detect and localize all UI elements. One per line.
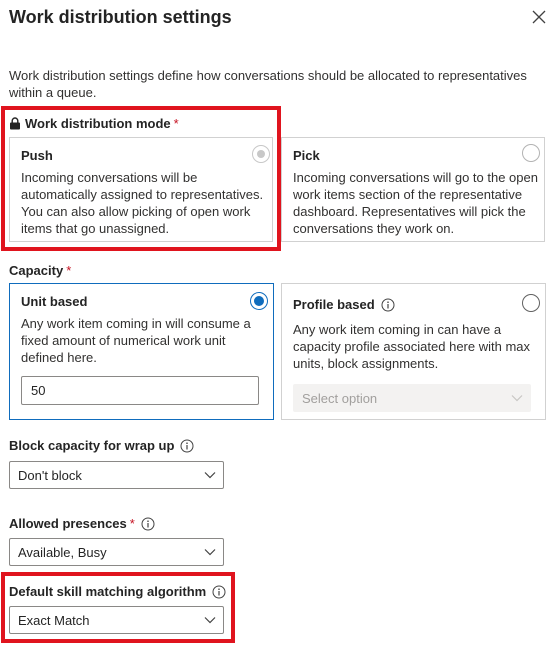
allowed-presences-dropdown[interactable]: Available, Busy bbox=[9, 538, 224, 566]
info-icon[interactable] bbox=[212, 585, 226, 599]
panel-title: Work distribution settings bbox=[9, 7, 232, 27]
work-distribution-mode-label: Work distribution mode * bbox=[9, 116, 179, 131]
capacity-unit-based-radio[interactable] bbox=[250, 292, 268, 310]
info-icon[interactable] bbox=[180, 439, 194, 453]
mode-push-radio[interactable] bbox=[252, 145, 270, 163]
capacity-unit-based-description: Any work item coming in will consume a f… bbox=[21, 316, 251, 365]
capacity-label: Capacity * bbox=[9, 263, 72, 278]
capacity-option-unit-based[interactable]: Unit based Any work item coming in will … bbox=[9, 283, 274, 420]
block-capacity-dropdown[interactable]: Don't block bbox=[9, 461, 224, 489]
panel-description: Work distribution settings define how co… bbox=[9, 68, 527, 100]
chevron-down-icon bbox=[511, 395, 523, 402]
required-asterisk: * bbox=[173, 116, 179, 131]
lock-icon bbox=[10, 117, 20, 130]
capacity-profile-select: Select option bbox=[293, 384, 531, 412]
skill-matching-label: Default skill matching algorithm bbox=[9, 584, 226, 599]
allowed-presences-label: Allowed presences * bbox=[9, 516, 155, 531]
block-capacity-label: Block capacity for wrap up bbox=[9, 438, 194, 453]
mode-option-pick-description: Incoming conversations will go to the op… bbox=[293, 170, 538, 236]
mode-option-push-title: Push bbox=[21, 148, 53, 163]
required-asterisk: * bbox=[129, 516, 135, 531]
mode-option-push[interactable]: Push Incoming conversations will be auto… bbox=[9, 137, 273, 242]
capacity-unit-based-title: Unit based bbox=[21, 294, 88, 309]
capacity-profile-based-radio[interactable] bbox=[522, 294, 540, 312]
chevron-down-icon bbox=[204, 549, 216, 556]
chevron-down-icon bbox=[204, 472, 216, 479]
required-asterisk: * bbox=[66, 263, 72, 278]
capacity-profile-based-title: Profile based bbox=[293, 297, 395, 312]
unit-value-input[interactable]: 50 bbox=[21, 376, 259, 405]
chevron-down-icon bbox=[204, 617, 216, 624]
info-icon[interactable] bbox=[141, 517, 155, 531]
capacity-option-profile-based[interactable]: Profile based Any work item coming in ca… bbox=[281, 283, 546, 420]
mode-pick-radio[interactable] bbox=[522, 144, 540, 162]
info-icon[interactable] bbox=[381, 298, 395, 312]
skill-matching-dropdown[interactable]: Exact Match bbox=[9, 606, 224, 634]
close-icon[interactable] bbox=[532, 10, 546, 24]
mode-option-pick[interactable]: Pick Incoming conversations will go to t… bbox=[281, 137, 545, 242]
mode-option-push-description: Incoming conversations will be automatic… bbox=[21, 170, 264, 236]
capacity-profile-based-description: Any work item coming in can have a capac… bbox=[293, 322, 531, 371]
mode-option-pick-title: Pick bbox=[293, 148, 320, 163]
